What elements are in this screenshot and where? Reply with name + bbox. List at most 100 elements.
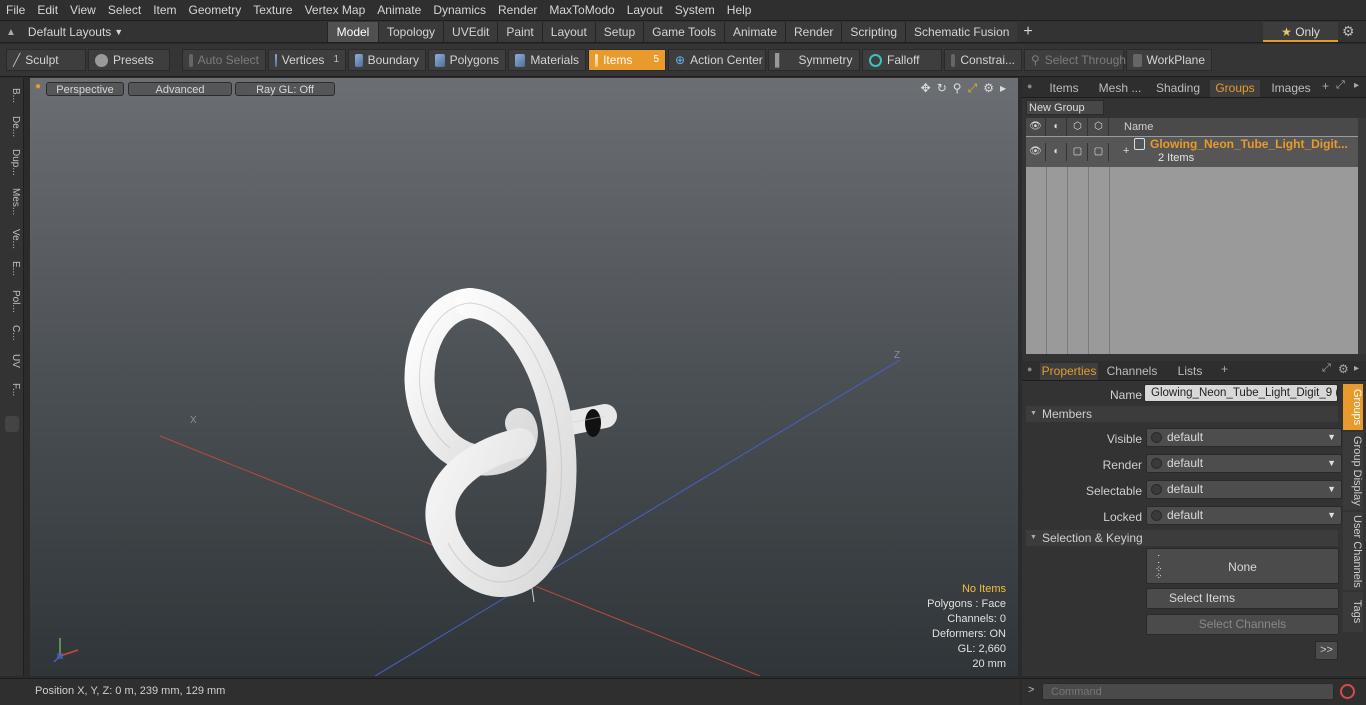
selection-keying-section[interactable]: Selection & Keying bbox=[1026, 530, 1338, 546]
command-input[interactable] bbox=[1042, 683, 1334, 700]
none-button[interactable]: · · ⁘ ⁘ None bbox=[1146, 548, 1339, 584]
list-scrollbar[interactable] bbox=[1358, 118, 1366, 354]
tab-uvedit[interactable]: UVEdit bbox=[443, 22, 498, 42]
tab-channels[interactable]: Channels bbox=[1104, 363, 1160, 380]
tab-items[interactable]: Items bbox=[1042, 80, 1086, 97]
select-through-button[interactable]: ⚲ Select Through bbox=[1024, 49, 1126, 71]
panel-menu-dot-icon[interactable]: ● bbox=[1027, 81, 1032, 91]
vertices-button[interactable]: Vertices 1 bbox=[268, 49, 346, 71]
menu-animate[interactable]: Animate bbox=[371, 0, 427, 21]
materials-button[interactable]: Materials bbox=[508, 49, 586, 71]
menu-item[interactable]: Item bbox=[147, 0, 182, 21]
tab-layout[interactable]: Layout bbox=[541, 22, 595, 42]
3d-viewport[interactable]: ● Perspective Advanced Ray GL: Off ✥ ↻ ⚲… bbox=[30, 78, 1018, 676]
left-strip-toggle[interactable] bbox=[5, 416, 19, 432]
row-select-icon[interactable]: ▢ bbox=[1089, 143, 1109, 161]
expand-icon[interactable]: ⤢ bbox=[1336, 79, 1345, 92]
select-col-icon[interactable]: ⬡ bbox=[1089, 118, 1109, 136]
tab-groups[interactable]: Groups bbox=[1210, 80, 1260, 97]
select-items-button[interactable]: Select Items bbox=[1146, 588, 1339, 609]
tab-schematic-fusion[interactable]: Schematic Fusion bbox=[905, 22, 1018, 42]
menu-dynamics[interactable]: Dynamics bbox=[427, 0, 492, 21]
menu-help[interactable]: Help bbox=[721, 0, 758, 21]
symmetry-button[interactable]: ▌ Symmetry bbox=[768, 49, 860, 71]
row-eye-icon[interactable]: 👁 bbox=[1026, 143, 1046, 161]
left-tab-curve[interactable]: C... bbox=[3, 320, 21, 346]
expand-plus-icon[interactable]: + bbox=[1123, 145, 1129, 157]
props-gear-icon[interactable]: ⚙ bbox=[1338, 362, 1349, 376]
side-tab-group-display[interactable]: Group Display bbox=[1343, 432, 1363, 510]
tab-shading[interactable]: Shading bbox=[1152, 80, 1204, 97]
polygons-button[interactable]: Polygons bbox=[428, 49, 506, 71]
props-menu-dot-icon[interactable]: ● bbox=[1027, 364, 1032, 374]
more-button[interactable]: >> bbox=[1315, 641, 1338, 660]
tab-properties[interactable]: Properties bbox=[1040, 363, 1098, 380]
menu-select[interactable]: Select bbox=[102, 0, 147, 21]
group-row[interactable]: 👁 ◐ ▢ ▢ + Glowing_Neon_Tube_Light_Digit.… bbox=[1026, 137, 1358, 167]
props-expand-icon[interactable]: ⤢ bbox=[1322, 362, 1331, 375]
layouts-dropdown[interactable]: ▲ Default Layouts ▼ bbox=[6, 23, 123, 41]
selectable-dropdown[interactable]: default ▼ bbox=[1146, 480, 1342, 499]
menu-layout[interactable]: Layout bbox=[621, 0, 669, 21]
left-tab-basic[interactable]: B... bbox=[3, 82, 21, 110]
side-tab-groups[interactable]: Groups bbox=[1343, 384, 1363, 430]
menu-edit[interactable]: Edit bbox=[31, 0, 64, 21]
menu-view[interactable]: View bbox=[64, 0, 102, 21]
lock-col-icon[interactable]: ⬡ bbox=[1068, 118, 1088, 136]
presets-button[interactable]: Presets bbox=[88, 49, 170, 71]
row-render-icon[interactable]: ◐ bbox=[1047, 143, 1067, 161]
tab-images[interactable]: Images bbox=[1266, 80, 1316, 97]
collapse-arrow-icon[interactable]: ▲ bbox=[6, 27, 16, 38]
visible-dropdown[interactable]: default ▼ bbox=[1146, 428, 1342, 447]
menu-texture[interactable]: Texture bbox=[247, 0, 298, 21]
row-lock-icon[interactable]: ▢ bbox=[1068, 143, 1088, 161]
tab-model[interactable]: Model bbox=[327, 22, 378, 42]
tab-game-tools[interactable]: Game Tools bbox=[643, 22, 724, 42]
action-center-button[interactable]: ⊕ Action Center bbox=[668, 49, 766, 71]
left-tab-fusion[interactable]: F... bbox=[3, 376, 21, 404]
select-channels-button[interactable]: Select Channels bbox=[1146, 614, 1339, 635]
neon-tube-model[interactable] bbox=[404, 288, 617, 603]
render-col-icon[interactable]: ◐ bbox=[1047, 118, 1067, 136]
boundary-button[interactable]: Boundary bbox=[348, 49, 426, 71]
falloff-button[interactable]: Falloff bbox=[862, 49, 942, 71]
record-icon[interactable] bbox=[1340, 684, 1355, 699]
add-panel-tab-icon[interactable]: + bbox=[1322, 79, 1329, 93]
tab-setup[interactable]: Setup bbox=[594, 22, 644, 42]
constraints-button[interactable]: Constrai... bbox=[944, 49, 1022, 71]
left-tab-polygon[interactable]: Pol... bbox=[3, 284, 21, 318]
left-tab-deform[interactable]: De... bbox=[3, 112, 21, 142]
items-button[interactable]: Items 5 bbox=[588, 49, 666, 71]
new-group-button[interactable]: New Group bbox=[1026, 100, 1104, 115]
workplane-button[interactable]: WorkPlane bbox=[1126, 49, 1212, 71]
tab-animate[interactable]: Animate bbox=[723, 22, 785, 42]
eye-icon[interactable]: 👁 bbox=[1026, 118, 1046, 136]
left-tab-vertex[interactable]: Ve... bbox=[3, 224, 21, 254]
column-name[interactable]: Name bbox=[1124, 121, 1153, 133]
name-field[interactable]: Glowing_Neon_Tube_Light_Digit_9 (3) bbox=[1144, 384, 1338, 402]
menu-render[interactable]: Render bbox=[492, 0, 543, 21]
tab-scripting[interactable]: Scripting bbox=[841, 22, 906, 42]
side-tab-user-channels[interactable]: User Channels bbox=[1343, 512, 1363, 590]
add-props-tab-icon[interactable]: + bbox=[1221, 362, 1228, 376]
left-tab-mesh-edit[interactable]: Mes... bbox=[3, 182, 21, 222]
render-dropdown[interactable]: default ▼ bbox=[1146, 454, 1342, 473]
gear-icon[interactable]: ⚙ bbox=[1342, 23, 1355, 40]
tab-lists[interactable]: Lists bbox=[1166, 363, 1214, 380]
auto-select-button[interactable]: Auto Select bbox=[182, 49, 266, 71]
locked-dropdown[interactable]: default ▼ bbox=[1146, 506, 1342, 525]
only-toggle[interactable]: ★ Only bbox=[1263, 22, 1338, 42]
props-arrow-icon[interactable]: ▸ bbox=[1354, 363, 1359, 374]
left-tab-uv[interactable]: UV bbox=[3, 348, 21, 374]
sculpt-button[interactable]: ╱ Sculpt bbox=[6, 49, 86, 71]
menu-system[interactable]: System bbox=[669, 0, 721, 21]
menu-geometry[interactable]: Geometry bbox=[183, 0, 248, 21]
side-tab-tags[interactable]: Tags bbox=[1343, 592, 1363, 632]
add-tab-icon[interactable]: + bbox=[1017, 22, 1038, 42]
left-tab-edge[interactable]: E... bbox=[3, 256, 21, 282]
left-tab-duplicate[interactable]: Dup... bbox=[3, 144, 21, 180]
tab-topology[interactable]: Topology bbox=[378, 22, 444, 42]
panel-arrow-icon[interactable]: ▸ bbox=[1354, 80, 1359, 91]
tab-mesh[interactable]: Mesh ... bbox=[1092, 80, 1148, 97]
tab-paint[interactable]: Paint bbox=[497, 22, 542, 42]
